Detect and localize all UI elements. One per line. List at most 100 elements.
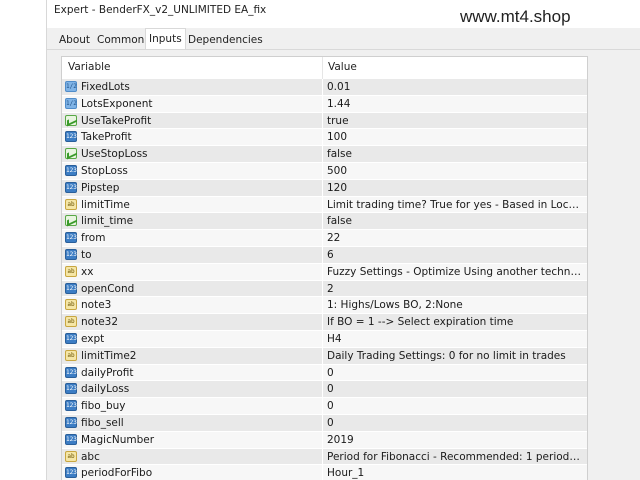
table-row[interactable]: 123 Pipstep 120 (62, 179, 587, 197)
variable-cell[interactable]: ab xx (62, 263, 322, 281)
variable-value[interactable]: Limit trading time? True for yes - Based… (327, 199, 583, 211)
table-row[interactable]: 123 dailyProfit 0 (62, 364, 587, 382)
variable-cell[interactable]: 123 periodForFibo (62, 465, 322, 480)
column-divider[interactable] (322, 57, 323, 79)
value-cell[interactable]: true (323, 112, 587, 130)
variable-value[interactable]: 0 (327, 367, 583, 379)
value-cell[interactable]: 6 (323, 246, 587, 264)
variable-value[interactable]: 0.01 (327, 81, 583, 93)
variable-cell[interactable]: UseTakeProfit (62, 112, 322, 130)
table-row[interactable]: ab abc Period for Fibonacci - Recommended:… (62, 448, 587, 466)
variable-cell[interactable]: ab note32 (62, 314, 322, 331)
variable-value[interactable]: 0 (327, 383, 583, 395)
variable-cell[interactable]: UseStopLoss (62, 146, 322, 163)
table-row[interactable]: ab xx Fuzzy Settings - Optimize Using anot… (62, 263, 587, 281)
table-row[interactable]: ab limitTime2 Daily Trading Settings: 0 fo… (62, 347, 587, 365)
variable-value[interactable]: Period for Fibonacci - Recommended: 1 pe… (327, 451, 583, 463)
value-cell[interactable]: 1.44 (323, 95, 587, 113)
variable-cell[interactable]: 123 openCond (62, 280, 322, 298)
table-row[interactable]: 123 StopLoss 500 (62, 162, 587, 180)
value-cell[interactable]: 22 (323, 230, 587, 247)
variable-cell[interactable]: 123 StopLoss (62, 162, 322, 180)
table-row[interactable]: 1/2 FixedLots 0.01 (62, 79, 587, 96)
value-cell[interactable]: false (323, 213, 587, 231)
value-cell[interactable]: If BO = 1 --> Select expiration time (323, 314, 587, 331)
value-cell[interactable]: 0 (323, 414, 587, 432)
variable-value[interactable]: 2 (327, 283, 583, 295)
variable-value[interactable]: Hour_1 (327, 467, 583, 479)
value-cell[interactable]: 500 (323, 162, 587, 180)
value-cell[interactable]: H4 (323, 330, 587, 348)
variable-cell[interactable]: 123 fibo_buy (62, 398, 322, 415)
table-row[interactable]: 123 openCond 2 (62, 280, 587, 298)
value-cell[interactable]: 0.01 (323, 79, 587, 96)
variable-value[interactable]: 6 (327, 249, 583, 261)
table-row[interactable]: 123 expt H4 (62, 330, 587, 348)
table-row[interactable]: 123 MagicNumber 2019 (62, 431, 587, 449)
variable-value[interactable]: 500 (327, 165, 583, 177)
value-cell[interactable]: Daily Trading Settings: 0 for no limit i… (323, 347, 587, 365)
variable-cell[interactable]: 123 fibo_sell (62, 414, 322, 432)
variable-cell[interactable]: 123 Pipstep (62, 179, 322, 197)
tab-dependencies[interactable]: Dependencies (188, 32, 263, 50)
table-row[interactable]: ab limitTime Limit trading time? True for … (62, 196, 587, 214)
variable-cell[interactable]: ab note3 (62, 297, 322, 315)
table-row[interactable]: 123 fibo_sell 0 (62, 414, 587, 432)
table-row[interactable]: 123 dailyLoss 0 (62, 381, 587, 399)
variable-cell[interactable]: limit_time (62, 213, 322, 231)
variable-value[interactable]: 0 (327, 400, 583, 412)
variable-value[interactable]: 0 (327, 417, 583, 429)
tab-common[interactable]: Common (97, 32, 144, 50)
value-cell[interactable]: 2019 (323, 431, 587, 449)
variable-value[interactable]: If BO = 1 --> Select expiration time (327, 316, 583, 328)
variable-cell[interactable]: ab abc (62, 448, 322, 466)
variable-value[interactable]: 120 (327, 182, 583, 194)
table-row[interactable]: limit_time false (62, 213, 587, 231)
table-row[interactable]: UseStopLoss false (62, 146, 587, 163)
value-cell[interactable]: 0 (323, 364, 587, 382)
value-cell[interactable]: Fuzzy Settings - Optimize Using another … (323, 263, 587, 281)
variable-value[interactable]: 1.44 (327, 98, 583, 110)
variable-value[interactable]: 22 (327, 232, 583, 244)
variable-value[interactable]: false (327, 215, 583, 227)
value-cell[interactable]: 2 (323, 280, 587, 298)
variable-cell[interactable]: 123 TakeProfit (62, 129, 322, 147)
variable-value[interactable]: 100 (327, 131, 583, 143)
column-header-value[interactable]: Value (328, 61, 357, 73)
variable-cell[interactable]: 1/2 FixedLots (62, 79, 322, 96)
value-cell[interactable]: Period for Fibonacci - Recommended: 1 pe… (323, 448, 587, 466)
table-row[interactable]: 1/2 LotsExponent 1.44 (62, 95, 587, 113)
variable-value[interactable]: 2019 (327, 434, 583, 446)
column-header-variable[interactable]: Variable (68, 61, 111, 73)
table-row[interactable]: 123 from 22 (62, 230, 587, 247)
variable-value[interactable]: H4 (327, 333, 583, 345)
variable-value[interactable]: 1: Highs/Lows BO, 2:None (327, 299, 583, 311)
variable-value[interactable]: false (327, 148, 583, 160)
variable-cell[interactable]: 123 from (62, 230, 322, 247)
table-row[interactable]: ab note32 If BO = 1 --> Select expiration … (62, 314, 587, 331)
table-row[interactable]: 123 periodForFibo Hour_1 (62, 465, 587, 480)
variable-cell[interactable]: ab limitTime2 (62, 347, 322, 365)
value-cell[interactable]: 0 (323, 381, 587, 399)
variable-cell[interactable]: 123 dailyProfit (62, 364, 322, 382)
tab-inputs[interactable]: Inputs (145, 28, 186, 50)
variable-cell[interactable]: 1/2 LotsExponent (62, 95, 322, 113)
value-cell[interactable]: 120 (323, 179, 587, 197)
value-cell[interactable]: 1: Highs/Lows BO, 2:None (323, 297, 587, 315)
table-row[interactable]: UseTakeProfit true (62, 112, 587, 130)
variable-cell[interactable]: 123 expt (62, 330, 322, 348)
table-row[interactable]: ab note3 1: Highs/Lows BO, 2:None (62, 297, 587, 315)
table-row[interactable]: 123 fibo_buy 0 (62, 398, 587, 415)
table-row[interactable]: 123 to 6 (62, 246, 587, 264)
value-cell[interactable]: Limit trading time? True for yes - Based… (323, 196, 587, 214)
table-row[interactable]: 123 TakeProfit 100 (62, 129, 587, 147)
value-cell[interactable]: Hour_1 (323, 465, 587, 480)
value-cell[interactable]: false (323, 146, 587, 163)
value-cell[interactable]: 100 (323, 129, 587, 147)
variable-value[interactable]: Fuzzy Settings - Optimize Using another … (327, 266, 583, 278)
tab-about[interactable]: About (59, 32, 90, 50)
value-cell[interactable]: 0 (323, 398, 587, 415)
variable-cell[interactable]: 123 dailyLoss (62, 381, 322, 399)
variable-value[interactable]: true (327, 115, 583, 127)
variable-cell[interactable]: 123 MagicNumber (62, 431, 322, 449)
